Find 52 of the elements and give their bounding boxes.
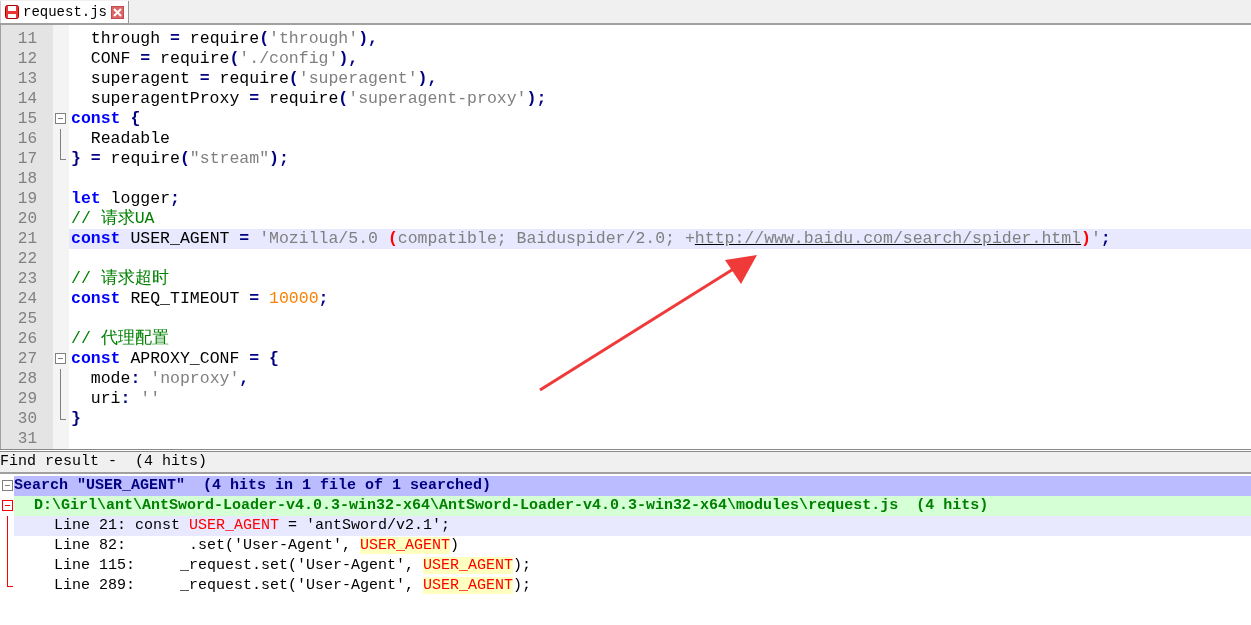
close-icon[interactable] [111,5,124,19]
line-number: 28 [16,369,38,389]
code-line: superagentProxy = require('superagent-proxy'); [89,89,548,109]
line-number: 26 [16,329,38,349]
tab-title: request.js [23,4,107,20]
search-hit-row[interactable]: Line 21: const USER_AGENT = 'antSword/v2.1'; [14,516,1251,536]
code-line: const REQ_TIMEOUT = 10000; [70,289,330,309]
fold-toggle-icon[interactable] [55,113,66,124]
line-number: 30 [16,409,38,429]
fold-toggle-icon[interactable] [55,353,66,364]
search-hit-row[interactable]: Line 115: _request.set('User-Agent', USER_AGENT); [14,556,1251,576]
line-number: 13 [16,69,38,89]
line-number: 12 [16,49,38,69]
line-number: 15 [16,109,38,129]
code-line: let logger; [70,189,181,209]
line-number: 21 [16,229,38,249]
line-number: 22 [16,249,38,269]
code-line: // 代理配置 [70,329,170,349]
line-number: 27 [16,349,38,369]
file-result-row[interactable]: D:\Girl\ant\AntSword-Loader-v4.0.3-win32-x64\AntSword-Loader-v4.0.3-win32-x64\modules\request.js (4 hits) [14,496,1251,516]
line-number: 25 [16,309,38,329]
search-hit-row[interactable]: Line 289: _request.set('User-Agent', USER_AGENT); [14,576,1251,596]
code-line: mode: 'noproxy', [89,369,251,389]
code-line: } = require("stream"); [70,149,290,169]
line-number: 16 [16,129,38,149]
line-number: 24 [16,289,38,309]
line-number: 20 [16,209,38,229]
line-number: 31 [16,429,38,449]
line-number: 29 [16,389,38,409]
code-line: // 请求超时 [70,269,170,289]
line-number: 17 [16,149,38,169]
file-tab[interactable]: request.js [0,1,129,23]
code-line: uri: '' [89,389,162,409]
fold-end-line [7,576,13,587]
code-line: CONF = require('./config'), [89,49,360,69]
search-hit-row[interactable]: Line 82: .set('User-Agent', USER_AGENT) [14,536,1251,556]
code-line: // 请求UA [70,209,156,229]
line-number: 23 [16,269,38,289]
fold-toggle-icon[interactable] [2,500,13,511]
search-summary-row[interactable]: Search "USER_AGENT" (4 hits in 1 file of 1 searched) [14,476,1251,496]
code-line: } [70,409,82,429]
panel-title: Find result - (4 hits) [0,452,1251,474]
line-number: 14 [16,89,38,109]
code-line: const { [70,109,142,129]
code-line: Readable [89,129,172,149]
code-line: superagent = require('superagent'), [89,69,439,89]
line-number: 18 [16,169,38,189]
fold-toggle-icon[interactable] [2,480,13,491]
line-number: 11 [16,29,38,49]
code-line: const APROXY_CONF = { [70,349,280,369]
line-number: 19 [16,189,38,209]
code-line: through = require('through'), [89,29,379,49]
